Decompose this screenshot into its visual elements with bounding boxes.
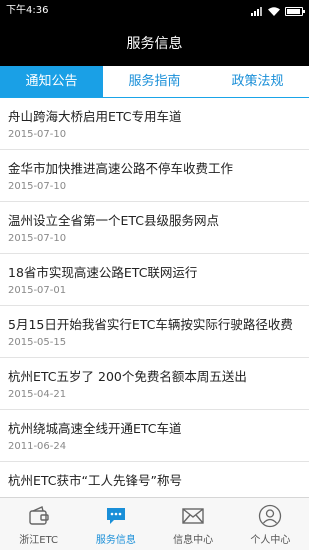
list-item[interactable]: 杭州ETC获市“工人先锋号”称号 (0, 462, 309, 497)
nav-info-center[interactable]: 信息中心 (155, 498, 232, 550)
news-date: 2015-04-21 (8, 389, 67, 400)
status-time: 下午4:36 (6, 5, 49, 16)
news-title: 18省市实现高速公路ETC联网运行 (8, 265, 198, 280)
page-title: 服务信息 (0, 22, 309, 66)
news-title: 金华市加快推进高速公路不停车收费工作 (8, 161, 234, 176)
list-item[interactable]: 金华市加快推进高速公路不停车收费工作 2015-07-10 (0, 150, 309, 202)
status-bar: 下午4:36 (0, 0, 309, 22)
wallet-icon (28, 506, 49, 525)
nav-label: 浙江ETC (19, 535, 59, 546)
nav-service-info[interactable]: 服务信息 (77, 498, 154, 550)
nav-personal-center[interactable]: 个人中心 (232, 498, 309, 550)
signal-icon (251, 6, 263, 16)
bottom-nav: 浙江ETC 服务信息 信息中心 个人中心 (0, 497, 309, 550)
news-title: 杭州ETC获市“工人先锋号”称号 (8, 473, 182, 488)
news-date: 2015-07-01 (8, 285, 67, 296)
status-icons (251, 0, 305, 22)
battery-icon (285, 6, 305, 16)
tab-service-guide[interactable]: 服务指南 (103, 66, 206, 97)
list-item[interactable]: 5月15日开始我省实行ETC车辆按实际行驶路径收费 2015-05-15 (0, 306, 309, 358)
tab-notices[interactable]: 通知公告 (0, 66, 103, 97)
news-title: 杭州ETC五岁了 200个免费名额本周五送出 (8, 369, 247, 384)
news-title: 杭州绕城高速全线开通ETC车道 (8, 421, 182, 436)
news-date: 2015-07-10 (8, 233, 67, 244)
nav-label: 服务信息 (95, 535, 136, 546)
person-icon (259, 504, 282, 528)
app-screen: 下午4:36 服务信息 通知公告 服务指南 政策法规 舟山跨海大桥启用ETC专用… (0, 0, 309, 550)
list-item[interactable]: 18省市实现高速公路ETC联网运行 2015-07-01 (0, 254, 309, 306)
news-title: 5月15日开始我省实行ETC车辆按实际行驶路径收费 (8, 317, 293, 332)
list-item[interactable]: 杭州绕城高速全线开通ETC车道 2011-06-24 (0, 410, 309, 462)
battery-level (287, 8, 300, 14)
wifi-icon (268, 6, 280, 16)
nav-label: 信息中心 (173, 535, 214, 546)
news-title: 温州设立全省第一个ETC县级服务网点 (8, 213, 220, 228)
tab-bar: 通知公告 服务指南 政策法规 (0, 66, 309, 98)
chat-icon (106, 508, 125, 524)
nav-zhejiang-etc[interactable]: 浙江ETC (0, 498, 77, 550)
tab-policies[interactable]: 政策法规 (206, 66, 309, 97)
news-title: 舟山跨海大桥启用ETC专用车道 (8, 109, 182, 124)
news-date: 2015-07-10 (8, 129, 67, 140)
list-item[interactable]: 舟山跨海大桥启用ETC专用车道 2015-07-10 (0, 98, 309, 150)
mail-icon (182, 508, 204, 524)
news-list: 舟山跨海大桥启用ETC专用车道 2015-07-10 金华市加快推进高速公路不停… (0, 98, 309, 497)
nav-label: 个人中心 (250, 535, 291, 546)
list-item[interactable]: 杭州ETC五岁了 200个免费名额本周五送出 2015-04-21 (0, 358, 309, 410)
news-date: 2015-05-15 (8, 337, 67, 348)
news-date: 2011-06-24 (8, 441, 67, 452)
list-item[interactable]: 温州设立全省第一个ETC县级服务网点 2015-07-10 (0, 202, 309, 254)
news-date: 2015-07-10 (8, 181, 67, 192)
